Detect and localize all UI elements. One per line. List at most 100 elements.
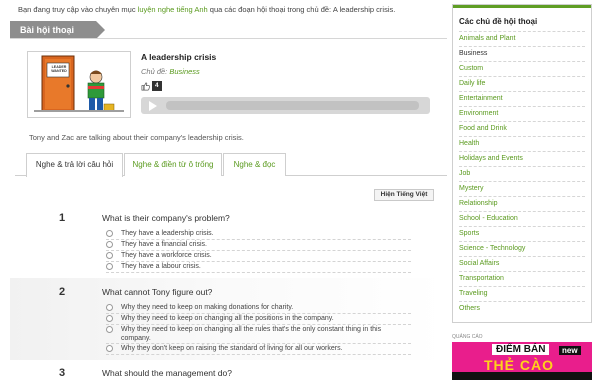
play-icon[interactable]: [149, 101, 157, 111]
answer-option[interactable]: Why they need to keep on making donation…: [106, 303, 411, 314]
radio-button[interactable]: [106, 263, 113, 270]
question-block: 3 What should the management do?: [10, 360, 447, 380]
question-text: What cannot Tony figure out?: [102, 287, 213, 297]
sidebar-item-social-affairs[interactable]: Social Affairs: [459, 260, 499, 267]
radio-button[interactable]: [106, 230, 113, 237]
breadcrumb-suffix: qua các đoạn hội thoại trong chủ đề: A l…: [207, 5, 396, 14]
sidebar-divider: [459, 256, 585, 257]
answer-label: Why they need to keep on changing all th…: [121, 326, 382, 342]
question-number: 2: [59, 286, 66, 298]
sidebar-divider: [459, 301, 585, 302]
answer-option[interactable]: Why they don't keep on raising the stand…: [106, 344, 411, 355]
radio-button[interactable]: [106, 345, 113, 352]
answer-label: They have a workforce crisis.: [121, 252, 212, 259]
answer-option[interactable]: Why they need to keep on changing all th…: [106, 314, 411, 325]
sidebar-divider: [459, 271, 585, 272]
answer-option[interactable]: They have a labour crisis.: [106, 262, 411, 273]
answer-label: Why they need to keep on changing all th…: [121, 315, 334, 322]
sidebar-divider: [459, 46, 585, 47]
topic-label: Chủ đề:: [141, 67, 168, 76]
sidebar-item-holidays-and-events[interactable]: Holidays and Events: [459, 155, 523, 162]
tab-listen-read[interactable]: Nghe & đọc: [223, 153, 286, 176]
answer-label: They have a leadership crisis.: [121, 230, 214, 237]
sidebar-item-others[interactable]: Others: [459, 305, 480, 312]
sidebar-divider: [459, 106, 585, 107]
ad-label: QUẢNG CÁO: [452, 334, 483, 340]
sidebar-item-health[interactable]: Health: [459, 140, 479, 147]
sidebar-item-sports[interactable]: Sports: [459, 230, 479, 237]
answer-label: Why they don't keep on raising the stand…: [121, 345, 343, 352]
sidebar-divider: [459, 241, 585, 242]
sidebar-item-transportation[interactable]: Transportation: [459, 275, 504, 282]
sidebar-divider: [459, 151, 585, 152]
sidebar-divider: [459, 196, 585, 197]
sidebar-item-mystery[interactable]: Mystery: [459, 185, 484, 192]
sidebar-item-daily-life[interactable]: Daily life: [459, 80, 485, 87]
sidebar-divider: [459, 136, 585, 137]
sidebar-divider: [459, 226, 585, 227]
radio-button[interactable]: [106, 326, 113, 333]
lesson-title: A leadership crisis: [141, 52, 217, 62]
sidebar-item-job[interactable]: Job: [459, 170, 470, 177]
breadcrumb-prefix: Bạn đang truy cập vào chuyên mục: [18, 5, 138, 14]
section-header-tab: Bài hội thoại: [10, 21, 105, 39]
thumbnail-sign: LEADER WANTED: [51, 65, 67, 73]
answer-label: They have a labour crisis.: [121, 263, 201, 270]
topic-link[interactable]: Business: [169, 67, 199, 76]
sidebar-item-relationship[interactable]: Relationship: [459, 200, 498, 207]
sidebar-item-animals-and-plant[interactable]: Animals and Plant: [459, 35, 515, 42]
show-vietnamese-button[interactable]: Hiện Tiếng Việt: [374, 189, 434, 201]
audio-player: [141, 97, 430, 114]
ad-banner[interactable]: ĐIỂM BÁN new THẺ CÀO: [452, 342, 592, 380]
section-divider: [10, 38, 447, 39]
sidebar-item-school-education[interactable]: School - Education: [459, 215, 518, 222]
sidebar-item-food-and-drink[interactable]: Food and Drink: [459, 125, 507, 132]
breadcrumb-category-link[interactable]: luyện nghe tiếng Anh: [138, 5, 208, 14]
sidebar-divider: [459, 76, 585, 77]
lesson-topic: Chủ đề: Business: [141, 67, 200, 76]
answer-option[interactable]: They have a workforce crisis.: [106, 251, 411, 262]
topics-sidebar: Các chủ đề hội thoại Animals and Plant B…: [452, 4, 592, 323]
radio-button[interactable]: [106, 241, 113, 248]
sidebar-item-entertainment[interactable]: Entertainment: [459, 95, 503, 102]
question-number: 1: [59, 212, 66, 224]
tab-listen-answer[interactable]: Nghe & trả lời câu hỏi: [26, 153, 123, 177]
sidebar-item-custom[interactable]: Custom: [459, 65, 483, 72]
sidebar-accent-bar: [453, 5, 591, 8]
sidebar-item-science-technology[interactable]: Science - Technology: [459, 245, 525, 252]
question-text: What should the management do?: [102, 368, 232, 378]
sidebar-divider: [459, 166, 585, 167]
sidebar-divider: [459, 121, 585, 122]
sidebar-item-business[interactable]: Business: [459, 50, 487, 57]
question-block: 1 What is their company's problem? They …: [10, 206, 447, 278]
sidebar-divider: [459, 211, 585, 212]
like-widget[interactable]: 4: [141, 81, 162, 91]
sidebar-divider: [459, 91, 585, 92]
sidebar-item-traveling[interactable]: Traveling: [459, 290, 488, 297]
sidebar-divider: [459, 181, 585, 182]
sidebar-title: Các chủ đề hội thoại: [459, 17, 538, 26]
ad-headline: THẺ CÀO: [484, 357, 554, 373]
radio-button[interactable]: [106, 252, 113, 259]
audio-progress-track[interactable]: [166, 101, 419, 110]
thumbs-up-icon[interactable]: [141, 82, 150, 91]
sidebar-divider: [459, 286, 585, 287]
sidebar-divider: [459, 31, 585, 32]
question-number: 3: [59, 367, 66, 379]
lesson-thumbnail: LEADER WANTED: [27, 51, 131, 118]
lesson-description: Tony and Zac are talking about their com…: [29, 133, 244, 142]
ad-logo: ĐIỂM BÁN: [492, 344, 550, 355]
ad-new-badge: new: [559, 346, 581, 355]
answer-option[interactable]: Why they need to keep on changing all th…: [106, 325, 411, 344]
tab-listen-fill[interactable]: Nghe & điền từ ô trống: [124, 153, 222, 176]
breadcrumb: Bạn đang truy cập vào chuyên mục luyện n…: [18, 5, 395, 14]
answer-option[interactable]: They have a financial crisis.: [106, 240, 411, 251]
sidebar-divider: [459, 61, 585, 62]
radio-button[interactable]: [106, 304, 113, 311]
ad-strip: [452, 372, 592, 380]
radio-button[interactable]: [106, 315, 113, 322]
sidebar-item-environment[interactable]: Environment: [459, 110, 498, 117]
question-block: 2 What cannot Tony figure out? Why they …: [10, 278, 447, 360]
answer-option[interactable]: They have a leadership crisis.: [106, 229, 411, 240]
question-text: What is their company's problem?: [102, 213, 230, 223]
